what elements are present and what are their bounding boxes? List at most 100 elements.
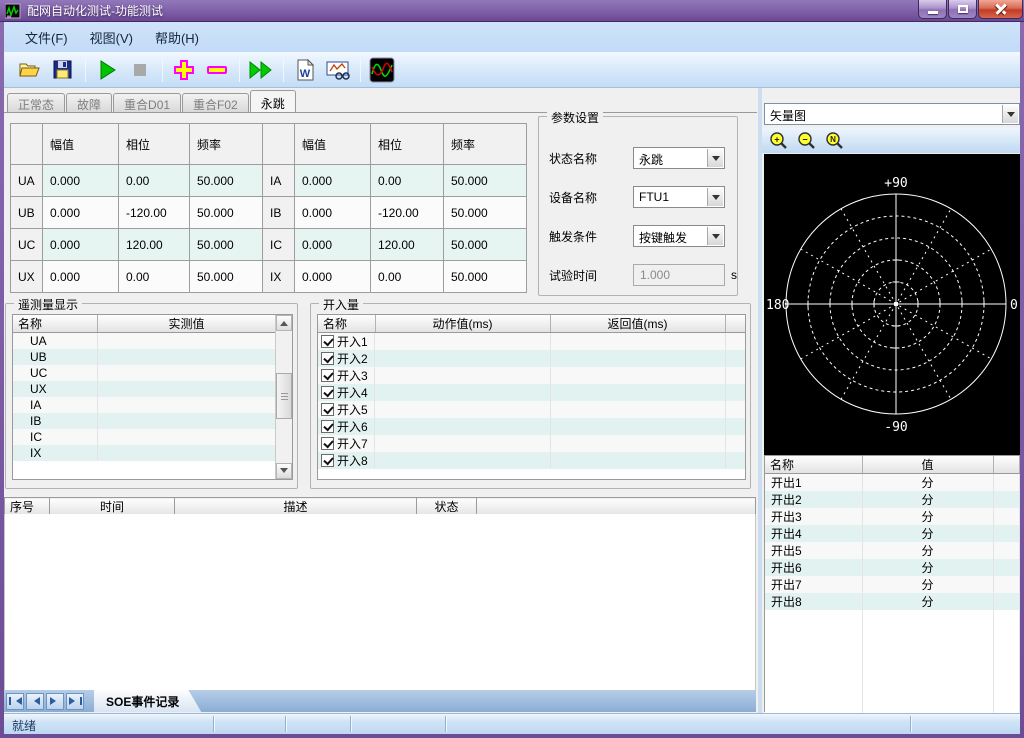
zoom-in-button[interactable]: + <box>768 130 790 152</box>
word-report-button[interactable]: W <box>291 56 318 83</box>
polar-label-bottom: -90 <box>884 420 907 435</box>
cell-ux-amp[interactable]: 0.000 <box>43 261 119 293</box>
soe-tab-strip: SOE事件记录 <box>4 690 756 712</box>
cell-ub-amp[interactable]: 0.000 <box>43 197 119 229</box>
nav-previous-button[interactable] <box>26 693 44 710</box>
vector-polar-plot[interactable]: +90 -90 180 0 <box>764 154 1020 455</box>
fast-forward-button[interactable] <box>247 56 274 83</box>
current-table: 幅值 相位 频率 IA 0.000 0.00 50.000 IB 0.000 -… <box>262 123 527 293</box>
tab-normal[interactable]: 正常态 <box>7 93 65 112</box>
nav-next-button[interactable] <box>46 693 64 710</box>
input-checkbox[interactable] <box>321 352 334 365</box>
cell-ux-phase[interactable]: 0.00 <box>119 261 190 293</box>
telemetry-row: IC <box>13 429 276 445</box>
cell-ux-freq[interactable]: 50.000 <box>190 261 266 293</box>
input-checkbox[interactable] <box>321 437 334 450</box>
chevron-down-icon[interactable] <box>707 149 723 167</box>
telemetry-row: UB <box>13 349 276 365</box>
wave-preview-button[interactable] <box>324 56 351 83</box>
close-button[interactable] <box>978 0 1023 19</box>
cell-ic-phase[interactable]: 120.00 <box>371 229 444 261</box>
tab-reclose-d01[interactable]: 重合D01 <box>113 93 181 112</box>
trigger-condition-select[interactable]: 按键触发 <box>633 225 725 247</box>
input-checkbox[interactable] <box>321 454 334 467</box>
cell-ua-freq[interactable]: 50.000 <box>190 165 266 197</box>
scrollbar-thumb[interactable] <box>276 373 292 419</box>
input-checkbox[interactable] <box>321 369 334 382</box>
zoom-out-button[interactable]: − <box>796 130 818 152</box>
cell-ic-freq[interactable]: 50.000 <box>444 229 527 261</box>
run-button[interactable] <box>93 56 120 83</box>
output-value: 分 <box>862 593 993 610</box>
cell-ua-amp[interactable]: 0.000 <box>43 165 119 197</box>
tab-fault[interactable]: 故障 <box>66 93 112 112</box>
telemetry-scrollbar[interactable] <box>275 315 292 479</box>
input-checkbox[interactable] <box>321 403 334 416</box>
telemetry-table: 名称 实测值 UA UB UC UX IA IB IC IX <box>13 315 277 461</box>
telemetry-row: IX <box>13 445 276 461</box>
maximize-button[interactable] <box>948 0 977 19</box>
cell-ub-freq[interactable]: 50.000 <box>190 197 266 229</box>
title-bar[interactable]: 配网自动化测试-功能测试 <box>0 0 1024 22</box>
cell-ib-freq[interactable]: 50.000 <box>444 197 527 229</box>
cell-uc-amp[interactable]: 0.000 <box>43 229 119 261</box>
cell-ix-amp[interactable]: 0.000 <box>295 261 371 293</box>
chevron-down-icon[interactable] <box>707 227 723 245</box>
add-button[interactable] <box>170 56 197 83</box>
cell-ia-freq[interactable]: 50.000 <box>444 165 527 197</box>
waveform-monitor-button[interactable] <box>368 56 395 83</box>
cell-uc-phase[interactable]: 120.00 <box>119 229 190 261</box>
output-value: 分 <box>862 491 993 508</box>
open-button[interactable] <box>16 56 43 83</box>
output-empty-row <box>765 674 1019 690</box>
cell-ib-amp[interactable]: 0.000 <box>295 197 371 229</box>
scroll-up-icon[interactable] <box>276 315 292 331</box>
menu-file[interactable]: 文件(F) <box>14 24 79 51</box>
cell-ia-phase[interactable]: 0.00 <box>371 165 444 197</box>
zoom-reset-button[interactable]: N <box>824 130 846 152</box>
remove-button[interactable] <box>203 56 230 83</box>
nav-first-button[interactable] <box>6 693 24 710</box>
trigger-condition-label: 触发条件 <box>549 228 633 245</box>
menu-view[interactable]: 视图(V) <box>79 24 144 51</box>
cell-ix-phase[interactable]: 0.00 <box>371 261 444 293</box>
state-name-select[interactable]: 永跳 <box>633 147 725 169</box>
cell-ia-amp[interactable]: 0.000 <box>295 165 371 197</box>
inputs-group-title: 开入量 <box>319 296 363 313</box>
save-button[interactable] <box>49 56 76 83</box>
test-time-input[interactable]: 1.000 <box>633 264 725 286</box>
toolbar: W <box>4 52 1020 88</box>
plot-toolbar: + − N <box>762 128 1020 153</box>
input-checkbox[interactable] <box>321 335 334 348</box>
tab-permanent-trip[interactable]: 永跳 <box>250 90 296 112</box>
device-name-select[interactable]: FTU1 <box>633 186 725 208</box>
tab-reclose-f02[interactable]: 重合F02 <box>182 93 249 112</box>
cell-uc-freq[interactable]: 50.000 <box>190 229 266 261</box>
param-settings-group: 参数设置 状态名称 永跳 设备名称 FTU1 触发条件 <box>538 116 738 296</box>
chevron-down-icon[interactable] <box>707 188 723 206</box>
cell-ic-amp[interactable]: 0.000 <box>295 229 371 261</box>
input-checkbox[interactable] <box>321 386 334 399</box>
view-type-select[interactable]: 矢量图 <box>764 103 1020 125</box>
cell-ix-freq[interactable]: 50.000 <box>444 261 527 293</box>
stop-button[interactable] <box>126 56 153 83</box>
output-empty-row <box>765 610 1019 626</box>
nav-last-button[interactable] <box>66 693 84 710</box>
col-amplitude: 幅值 <box>43 124 119 165</box>
soe-event-tab[interactable]: SOE事件记录 <box>94 690 201 712</box>
event-list-body[interactable] <box>4 514 756 690</box>
digital-outputs-panel: 名称 值 开出1分 开出2分 开出3分 开出4分 开出5分 开出6分 开出7分 … <box>764 455 1020 712</box>
cell-ua-phase[interactable]: 0.00 <box>119 165 190 197</box>
output-row: 开出8分 <box>765 593 1019 610</box>
menu-help[interactable]: 帮助(H) <box>144 24 210 51</box>
output-row: 开出4分 <box>765 525 1019 542</box>
input-checkbox[interactable] <box>321 420 334 433</box>
minimize-button[interactable] <box>918 0 947 19</box>
output-value: 分 <box>862 576 993 593</box>
output-row: 开出3分 <box>765 508 1019 525</box>
scroll-down-icon[interactable] <box>276 463 292 479</box>
cell-ub-phase[interactable]: -120.00 <box>119 197 190 229</box>
cell-ib-phase[interactable]: -120.00 <box>371 197 444 229</box>
test-time-unit: s <box>731 268 737 282</box>
chevron-down-icon[interactable] <box>1002 105 1018 123</box>
